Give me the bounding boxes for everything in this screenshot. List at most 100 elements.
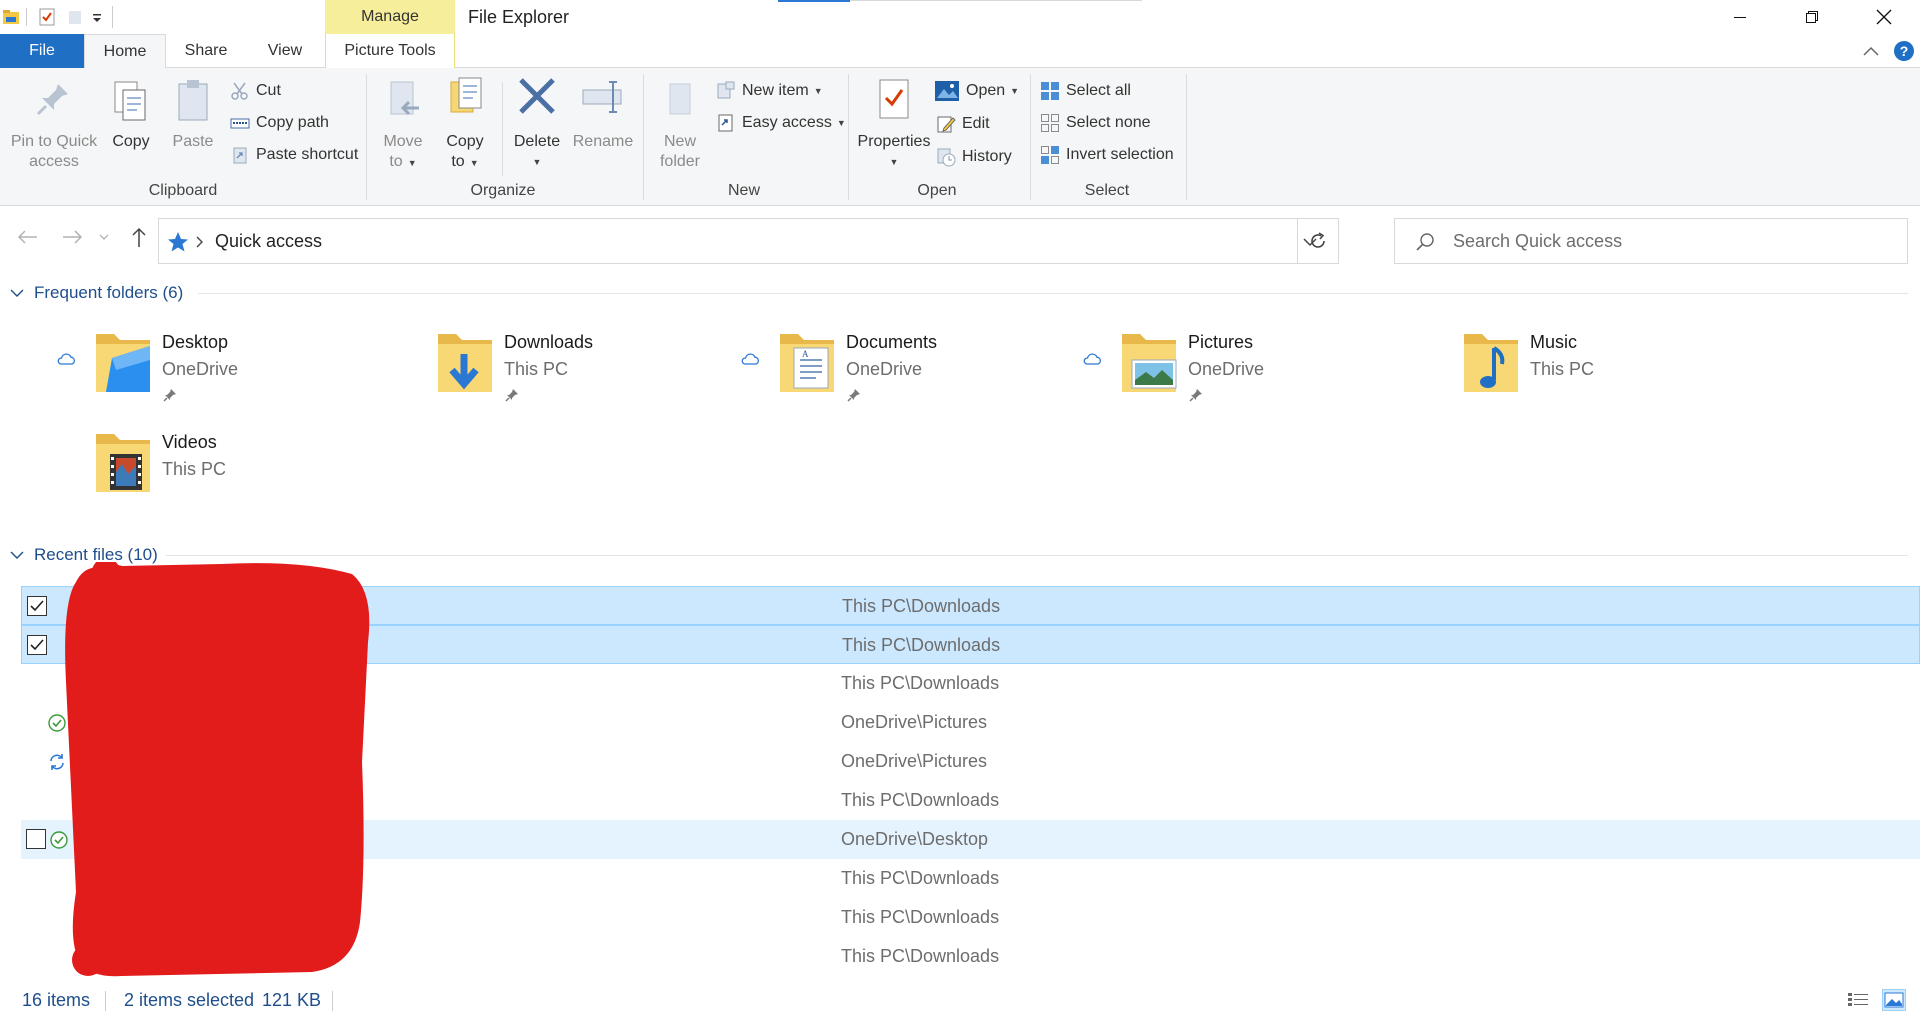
copy-path-button[interactable]: Copy path — [230, 110, 329, 136]
history-icon — [937, 148, 956, 167]
folder-location: This PC — [1530, 359, 1595, 379]
collapse-ribbon-icon[interactable] — [1862, 44, 1880, 58]
paste-shortcut-button[interactable]: Paste shortcut — [230, 142, 358, 168]
section-divider — [166, 555, 1908, 556]
checkmark-icon — [30, 600, 44, 612]
invert-selection-button[interactable]: Invert selection — [1040, 142, 1174, 168]
select-all-button[interactable]: Select all — [1040, 78, 1131, 104]
copy-to-label-1: Copy — [446, 133, 484, 150]
folder-tile-documents[interactable]: A Documents OneDrive — [740, 330, 1080, 430]
close-button[interactable] — [1848, 0, 1920, 34]
group-separator — [643, 74, 644, 200]
file-path: This PC\Downloads — [842, 596, 1001, 616]
tab-view[interactable]: View — [250, 34, 320, 68]
ribbon-tab-bar: File Home Share View Picture Tools ? — [0, 34, 1920, 69]
desktop-folder-icon — [96, 334, 150, 392]
open-button[interactable]: Open ▼ — [934, 78, 1019, 104]
tab-file[interactable]: File — [0, 34, 84, 68]
folder-tile-desktop[interactable]: Desktop OneDrive — [56, 330, 396, 430]
title-progress-track — [850, 0, 1142, 1]
new-folder-qat-icon[interactable] — [66, 8, 84, 26]
status-separator — [332, 991, 333, 1011]
tab-home[interactable]: Home — [84, 34, 166, 69]
move-to-button[interactable]: Move to ▼ — [374, 74, 432, 173]
copy-to-label-2: to — [451, 153, 465, 170]
new-folder-button[interactable]: New folder — [650, 74, 710, 172]
edit-button[interactable]: Edit — [936, 111, 990, 137]
minimize-icon — [1734, 17, 1746, 18]
refresh-button[interactable] — [1297, 218, 1339, 264]
back-arrow-icon — [17, 230, 37, 244]
folder-location: This PC — [162, 459, 227, 479]
search-box[interactable] — [1394, 218, 1908, 264]
folder-tile-music[interactable]: Music This PC — [1424, 330, 1764, 430]
manage-context-tab[interactable]: Manage — [325, 0, 455, 34]
edit-icon — [937, 116, 956, 133]
file-path: This PC\Downloads — [842, 635, 1001, 655]
up-arrow-icon — [132, 227, 146, 247]
videos-folder-icon — [96, 434, 150, 492]
title-bar: Manage File Explorer — [0, 0, 1920, 34]
easy-access-label: Easy access — [742, 114, 832, 131]
pinned-icon — [163, 389, 176, 402]
pinned-icon — [1189, 389, 1202, 402]
paste-button[interactable]: Paste — [166, 74, 220, 152]
customize-qat-icon[interactable] — [88, 8, 106, 26]
search-input[interactable] — [1453, 227, 1893, 255]
help-icon[interactable]: ? — [1893, 40, 1915, 62]
row-checkbox[interactable] — [26, 829, 46, 849]
scissors-icon — [231, 82, 248, 100]
selection-count: 2 items selected — [124, 990, 255, 1010]
folder-name: Pictures — [1188, 332, 1254, 352]
up-button[interactable] — [126, 224, 152, 250]
properties-button[interactable]: Properties ▼ — [854, 74, 934, 172]
address-bar[interactable]: Quick access — [158, 218, 1317, 264]
row-checkbox[interactable] — [27, 596, 47, 616]
easy-access-button[interactable]: Easy access ▼ — [716, 110, 846, 136]
back-button[interactable] — [14, 224, 40, 250]
address-location[interactable]: Quick access — [215, 219, 322, 263]
folder-app-icon[interactable] — [2, 8, 20, 26]
new-folder-icon — [669, 83, 691, 115]
restore-button[interactable] — [1776, 0, 1848, 34]
forward-button[interactable] — [60, 224, 86, 250]
frequent-folders-title: Frequent folders (6) — [34, 283, 184, 302]
paste-icon — [178, 80, 208, 121]
group-separator — [1030, 74, 1031, 200]
pinned-icon — [847, 389, 860, 402]
folder-name: Music — [1530, 332, 1578, 352]
qat-divider — [26, 8, 27, 26]
section-divider — [198, 293, 1908, 294]
delete-button[interactable]: Delete ▼ — [508, 74, 566, 172]
file-path: This PC\Downloads — [841, 790, 1000, 810]
recent-locations-button[interactable] — [96, 224, 112, 250]
properties-icon — [879, 79, 909, 119]
svg-text:A: A — [802, 349, 809, 359]
tab-share[interactable]: Share — [170, 34, 242, 68]
folder-tile-videos[interactable]: Videos This PC — [56, 430, 396, 530]
cut-button[interactable]: Cut — [230, 78, 281, 104]
folder-tile-downloads[interactable]: Downloads This PC — [398, 330, 738, 430]
folder-name: Desktop — [162, 332, 229, 352]
frequent-folders-header[interactable]: Frequent folders (6) — [10, 281, 183, 305]
select-none-button[interactable]: Select none — [1040, 110, 1151, 136]
row-checkbox[interactable] — [27, 635, 47, 655]
large-icons-view-button[interactable] — [1882, 989, 1906, 1011]
folder-tile-pictures[interactable]: Pictures OneDrive — [1082, 330, 1422, 430]
cloud-icon — [1083, 353, 1101, 365]
properties-qat-icon[interactable] — [38, 8, 56, 26]
minimize-button[interactable] — [1704, 0, 1776, 34]
copy-label: Copy — [112, 133, 150, 150]
history-button[interactable]: History — [936, 144, 1012, 170]
pin-to-quick-access-button[interactable]: Pin to Quick access — [6, 74, 102, 172]
folder-name: Downloads — [504, 332, 594, 352]
select-all-icon — [1041, 82, 1059, 100]
copy-to-button[interactable]: Copy to ▼ — [436, 74, 494, 173]
breadcrumb-chevron-icon[interactable] — [195, 236, 205, 248]
details-view-button[interactable] — [1846, 989, 1870, 1011]
tab-picture-tools[interactable]: Picture Tools — [325, 34, 455, 68]
new-item-button[interactable]: New item ▼ — [716, 78, 823, 104]
status-bar: 16 items 2 items selected 121 KB — [0, 985, 1920, 1017]
copy-button[interactable]: Copy — [104, 74, 158, 152]
rename-button[interactable]: Rename — [570, 74, 636, 152]
